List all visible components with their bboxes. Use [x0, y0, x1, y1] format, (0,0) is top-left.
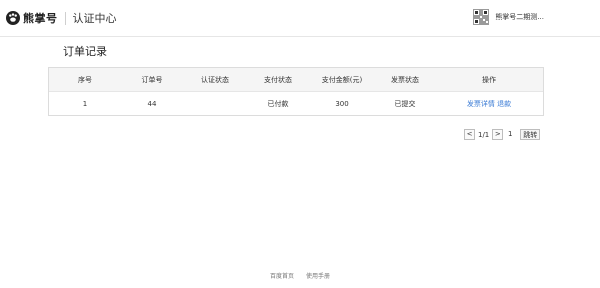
- brand-divider: [64, 11, 66, 25]
- column-header: 支付金额(元): [321, 75, 363, 84]
- paw-logo-icon: [6, 11, 20, 25]
- user-menu[interactable]: 熊掌号二期测...: [473, 9, 544, 25]
- column-header: 序号: [78, 75, 92, 84]
- brand-name: 熊掌号: [23, 12, 58, 25]
- user-name: 熊掌号二期测...: [495, 13, 544, 21]
- page-title: 订单记录: [63, 45, 107, 58]
- next-page-button[interactable]: >: [492, 129, 504, 140]
- brand-subtitle: 认证中心: [72, 12, 117, 25]
- cell-pay-status: 已付款: [267, 99, 289, 108]
- page-number-input[interactable]: 1: [506, 130, 514, 139]
- column-header: 订单号: [141, 75, 163, 84]
- table-row: 1 44 已付款 300 已提交 发票详情 退款: [49, 92, 543, 115]
- table-header: 序号 订单号 认证状态 支付状态 支付金额(元) 发票状态 操作: [49, 68, 543, 92]
- footer-links: 百度首页 使用手册: [0, 271, 600, 280]
- cell-amount: 300: [335, 99, 349, 108]
- footer-link-home[interactable]: 百度首页: [270, 273, 294, 280]
- column-header: 发票状态: [391, 75, 419, 84]
- column-header: 认证状态: [201, 75, 229, 84]
- invoice-detail-link[interactable]: 发票详情: [467, 100, 495, 108]
- top-bar: 熊掌号 认证中心 熊掌号二期测...: [0, 0, 600, 37]
- page-indicator: 1/1: [478, 130, 490, 139]
- cell-order-number: 44: [147, 99, 157, 108]
- cell-index: 1: [82, 99, 88, 108]
- avatar: [473, 9, 490, 25]
- order-table: 序号 订单号 认证状态 支付状态 支付金额(元) 发票状态 操作 1 44 已付…: [48, 67, 544, 116]
- footer-link-manual[interactable]: 使用手册: [306, 273, 330, 280]
- column-header: 操作: [482, 75, 496, 84]
- jump-button[interactable]: 跳转: [520, 129, 541, 140]
- brand[interactable]: 熊掌号 认证中心: [6, 10, 117, 26]
- cell-invoice-status: 已提交: [394, 99, 416, 108]
- column-header: 支付状态: [264, 75, 292, 84]
- pagination: < 1/1 > 1 跳转: [464, 129, 541, 140]
- refund-link[interactable]: 退款: [497, 100, 511, 108]
- cell-actions: 发票详情 退款: [435, 99, 543, 109]
- footer-copyright: [140, 284, 460, 288]
- prev-page-button[interactable]: <: [464, 129, 475, 140]
